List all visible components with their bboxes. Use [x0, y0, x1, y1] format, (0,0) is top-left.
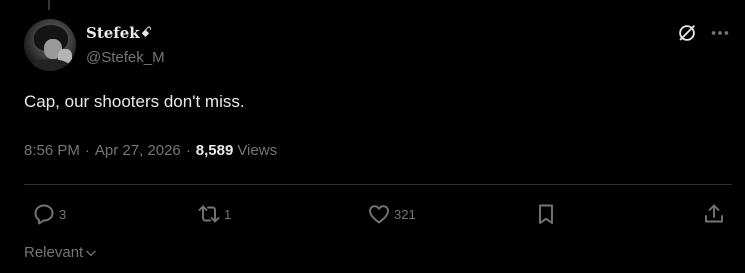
heart-icon [369, 205, 389, 224]
share-button[interactable] [702, 200, 726, 228]
share-icon [705, 204, 723, 223]
repost-count: 1 [224, 206, 232, 222]
sort-replies-dropdown[interactable]: Relevant [24, 244, 98, 261]
author-display-name[interactable]: Stefek ꗃ [86, 24, 152, 42]
like-count: 321 [394, 206, 416, 222]
like-button[interactable]: 321 [367, 200, 416, 228]
repost-button[interactable]: 1 [197, 200, 231, 228]
divider [24, 184, 732, 185]
sort-label: Relevant [24, 244, 84, 261]
more-icon[interactable] [709, 22, 731, 44]
bookmark-button[interactable] [534, 200, 558, 228]
views-label[interactable]: Views [237, 142, 277, 159]
author-handle[interactable]: @Stefek_M [86, 49, 165, 66]
tweet-date[interactable]: Apr 27, 2026 [95, 142, 181, 159]
reply-button[interactable]: 3 [32, 200, 66, 228]
tweet-meta: 8:56 PM · Apr 27, 2026 · 8,589 Views [24, 142, 277, 159]
thread-connector-line [48, 0, 50, 10]
display-name-glyph: ꗃ [140, 25, 152, 41]
chevron-down-icon [86, 250, 96, 256]
reply-count: 3 [59, 206, 67, 222]
repost-icon [198, 205, 220, 223]
bookmark-icon [539, 204, 553, 224]
tweet-time[interactable]: 8:56 PM [24, 142, 80, 159]
tweet-text: Cap, our shooters don't miss. [24, 92, 245, 111]
display-name-text[interactable]: Stefek [86, 24, 140, 42]
avatar[interactable] [24, 19, 76, 71]
meta-separator: · [185, 142, 191, 159]
views-count[interactable]: 8,589 [196, 142, 234, 159]
grok-icon[interactable] [676, 22, 698, 44]
reply-icon [34, 204, 54, 225]
meta-separator: · [84, 142, 90, 159]
